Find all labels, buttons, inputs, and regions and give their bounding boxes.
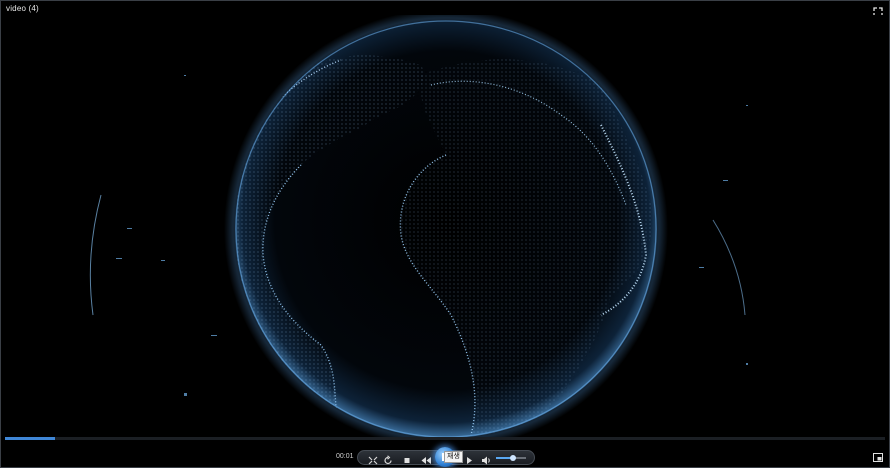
video-player-window: video (4) 00:01 재생 [0, 0, 890, 468]
fullscreen-icon[interactable] [873, 4, 883, 17]
current-time: 00:01 [336, 453, 354, 460]
play-tooltip: 재생 [444, 451, 463, 463]
seek-bar[interactable] [5, 437, 885, 440]
orbit-arc-right [712, 219, 746, 316]
volume-knob[interactable] [509, 455, 516, 461]
repeat-icon[interactable] [382, 453, 394, 465]
capture-icon[interactable] [367, 453, 379, 465]
stop-icon[interactable] [401, 453, 413, 464]
control-pill: 재생 [357, 447, 535, 467]
forward-icon[interactable] [464, 453, 476, 464]
seek-bar-fill [5, 437, 56, 440]
rewind-icon[interactable] [420, 453, 432, 464]
orbit-arc-left [89, 194, 102, 316]
video-frame[interactable] [1, 9, 889, 449]
pip-icon[interactable] [873, 449, 883, 462]
window-title: video (4) [6, 4, 39, 13]
volume-slider[interactable] [496, 455, 526, 461]
control-bar: 00:01 재생 [1, 441, 889, 467]
speaker-icon[interactable] [480, 453, 492, 465]
